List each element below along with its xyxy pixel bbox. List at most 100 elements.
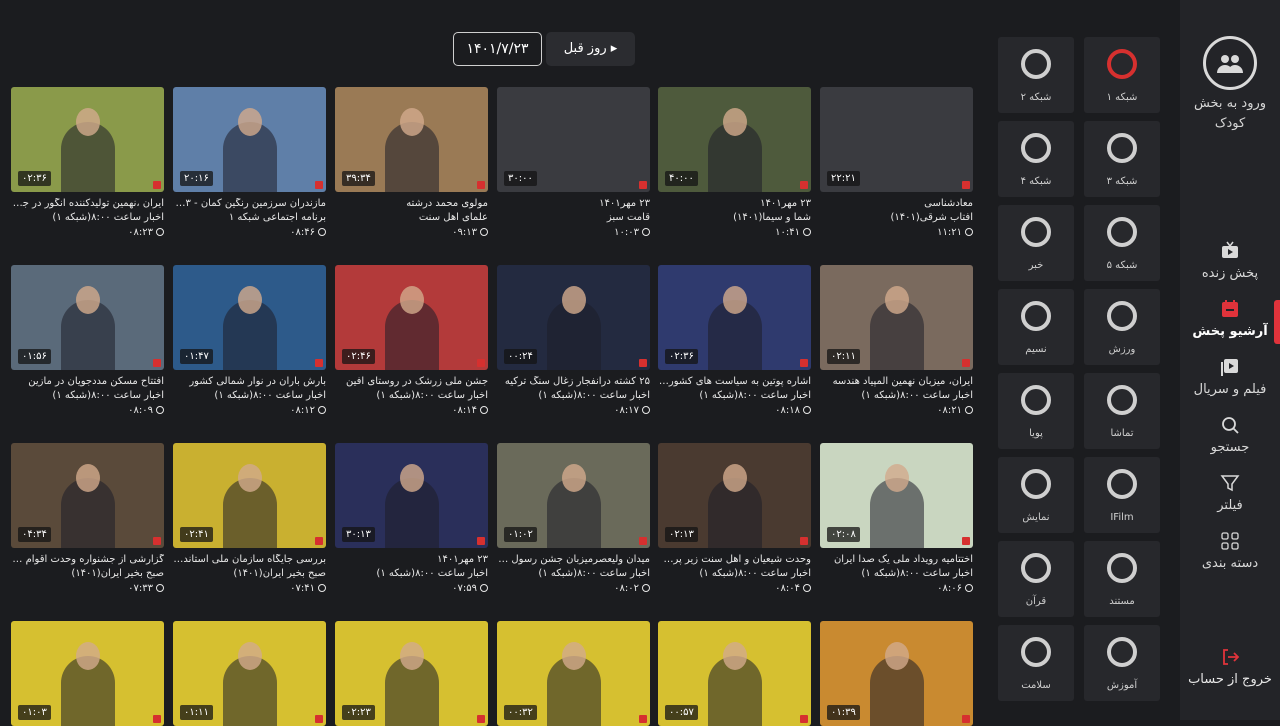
program-card[interactable]: ۰۰:۵۷ — [658, 621, 811, 726]
program-thumbnail[interactable]: ۰۲:۳۶ — [658, 265, 811, 370]
duration-badge: ۰۲:۰۸ — [827, 527, 860, 542]
duration-badge: ۰۱:۰۲ — [504, 527, 537, 542]
program-thumbnail[interactable]: ۳۰:۱۳ — [335, 443, 488, 548]
program-thumbnail[interactable]: ۰۱:۰۳ — [11, 621, 164, 726]
channel-tile[interactable]: سلامت — [998, 625, 1074, 701]
channel-logo-icon — [639, 359, 647, 367]
program-thumbnail[interactable]: ۰۱:۴۷ — [173, 265, 326, 370]
program-card[interactable]: ۰۲:۱۱ ایران، میزبان نهمین المپیاد هندسه اخ… — [820, 265, 973, 416]
date-display[interactable]: ۱۴۰۱/۷/۲۳ — [453, 32, 542, 66]
program-card[interactable]: ۰۱:۱۱ — [173, 621, 326, 726]
channel-logo-icon — [153, 715, 161, 723]
duration-badge: ۰۰:۲۴ — [504, 349, 537, 364]
clock-icon — [803, 228, 811, 236]
program-card[interactable]: ۰۰:۳۲ — [497, 621, 650, 726]
program-thumbnail[interactable]: ۰۲:۲۳ — [335, 621, 488, 726]
nav-archive[interactable]: آرشیو پخش — [1180, 298, 1280, 348]
program-card[interactable]: ۴۰:۰۰ ۲۳ مهر۱۴۰۱ شما و سیما(۱۴۰۱) ۱۰:۴۱ — [658, 87, 811, 238]
channel-tile[interactable]: پویا — [998, 373, 1074, 449]
kids-section-button[interactable]: ورود به بخش کودک — [1180, 36, 1280, 134]
program-card[interactable]: ۰۲:۴۱ بررسی جایگاه سازمان ملی استاندارد..… — [173, 443, 326, 594]
program-thumbnail[interactable]: ۰۲:۱۳ — [658, 443, 811, 548]
program-card[interactable]: ۳۰:۱۳ ۲۳ مهر۱۴۰۱ اخبار ساعت ۸:۰۰(شبکه ۱) ۰۷… — [335, 443, 488, 594]
ch-icon-amoozesh — [1107, 637, 1137, 667]
program-card[interactable]: ۳۰:۰۰ ۲۳ مهر۱۴۰۱ قامت سبز ۱۰:۰۳ — [497, 87, 650, 238]
channel-tile[interactable]: شبکه ۱ — [1084, 37, 1160, 113]
program-thumbnail[interactable]: ۰۱:۱۱ — [173, 621, 326, 726]
program-card[interactable]: ۰۴:۳۴ گزارشی از جشنواره وحدت اقوام ایرانی… — [11, 443, 164, 594]
thumbnail-head — [884, 286, 909, 314]
channel-tile[interactable]: شبکه ۲ — [998, 37, 1074, 113]
nav-search[interactable]: جستجو — [1180, 414, 1280, 464]
nav-films[interactable]: فیلم و سریال — [1180, 356, 1280, 406]
channel-logo-icon — [962, 715, 970, 723]
program-thumbnail[interactable]: ۰۱:۵۶ — [11, 265, 164, 370]
program-card[interactable]: ۰۲:۱۳ وحدت شیعیان و اهل سنت زیر پرچم... اخ… — [658, 443, 811, 594]
logout-label: خروج از حساب — [1188, 672, 1272, 687]
program-card[interactable]: ۲۲:۲۱ معادشناسی آفتاب شرقی(۱۴۰۱) ۱۱:۲۱ — [820, 87, 973, 238]
program-time: ۰۹:۱۳ — [335, 227, 488, 238]
program-card[interactable]: ۰۲:۳۶ ایران ،نهمین تولیدکننده انگور در جه… — [11, 87, 164, 238]
program-card[interactable]: ۲۰:۱۶ مازندران سرزمین رنگین کمان - ۲۳ م..… — [173, 87, 326, 238]
program-card[interactable]: ۰۱:۳۹ — [820, 621, 973, 726]
channel-tile[interactable]: IFilm — [1084, 457, 1160, 533]
program-thumbnail[interactable]: ۰۲:۰۸ — [820, 443, 973, 548]
program-title: اشاره پوتین به سیاست های کشورها... — [658, 376, 811, 387]
program-thumbnail[interactable]: ۰۱:۳۹ — [820, 621, 973, 726]
program-thumbnail[interactable]: ۲۲:۲۱ — [820, 87, 973, 192]
program-time-value: ۰۸:۲۳ — [128, 227, 153, 238]
program-thumbnail[interactable]: ۳۹:۳۴ — [335, 87, 488, 192]
program-card[interactable]: ۰۲:۴۶ جشن ملی زرشک در روستای افین اخبار سا… — [335, 265, 488, 416]
program-card[interactable]: ۰۱:۵۶ افتتاح مسکن مددجویان در مازین اخبار … — [11, 265, 164, 416]
program-thumbnail[interactable]: ۰۲:۳۶ — [11, 87, 164, 192]
channel-tile[interactable]: آموزش — [1084, 625, 1160, 701]
channel-tile[interactable]: شبکه ۳ — [1084, 121, 1160, 197]
channel-tile[interactable]: شبکه ۴ — [998, 121, 1074, 197]
channel-tile[interactable]: تماشا — [1084, 373, 1160, 449]
channel-tile[interactable]: نمایش — [998, 457, 1074, 533]
program-time-value: ۱۱:۲۱ — [937, 227, 962, 238]
program-title: افتتاح مسکن مددجویان در مازین — [28, 376, 164, 387]
program-thumbnail[interactable]: ۳۰:۰۰ — [497, 87, 650, 192]
logout-button[interactable]: خروج از حساب — [1180, 646, 1280, 687]
program-card[interactable]: ۰۱:۰۲ میدان ولیعصرمیزبان جشن رسول م... اخب… — [497, 443, 650, 594]
channel-tile[interactable]: قرآن — [998, 541, 1074, 617]
program-card[interactable]: ۰۰:۲۴ ۲۵ کشته درانفجار زغال سنگ ترکیه اخبا… — [497, 265, 650, 416]
channel-tile[interactable]: خبر — [998, 205, 1074, 281]
nav-categories[interactable]: دسته بندی — [1180, 530, 1280, 580]
ch-icon-nasim — [1021, 301, 1051, 331]
channel-tile[interactable]: مستند — [1084, 541, 1160, 617]
program-thumbnail[interactable]: ۰۱:۰۲ — [497, 443, 650, 548]
program-thumbnail[interactable]: ۴۰:۰۰ — [658, 87, 811, 192]
program-time-value: ۰۹:۱۳ — [452, 227, 477, 238]
program-thumbnail[interactable]: ۰۲:۴۶ — [335, 265, 488, 370]
channel-tile[interactable]: شبکه ۵ — [1084, 205, 1160, 281]
channel-name: تماشا — [1110, 428, 1134, 439]
program-card[interactable]: ۰۱:۰۳ — [11, 621, 164, 726]
program-card[interactable]: ۰۲:۰۸ اختتامیه رویداد ملی یک صدا ایران اخب… — [820, 443, 973, 594]
program-thumbnail[interactable]: ۰۰:۲۴ — [497, 265, 650, 370]
prev-day-button[interactable]: روز قبل ▸ — [546, 32, 635, 66]
program-thumbnail[interactable]: ۰۰:۵۷ — [658, 621, 811, 726]
channel-tile[interactable]: ورزش — [1084, 289, 1160, 365]
live-tv-icon — [1222, 241, 1238, 258]
program-thumbnail[interactable]: ۰۴:۳۴ — [11, 443, 164, 548]
thumbnail-head — [722, 108, 747, 136]
nav-filter[interactable]: فیلتر — [1180, 472, 1280, 522]
program-title: ۲۳ مهر۱۴۰۱ — [437, 554, 488, 565]
program-thumbnail[interactable]: ۲۰:۱۶ — [173, 87, 326, 192]
channel-logo-icon — [962, 537, 970, 545]
program-thumbnail[interactable]: ۰۲:۴۱ — [173, 443, 326, 548]
program-card[interactable]: ۰۱:۴۷ بارش باران در نوار شمالی کشور اخبار … — [173, 265, 326, 416]
program-thumbnail[interactable]: ۰۰:۳۲ — [497, 621, 650, 726]
program-subtitle: شما و سیما(۱۴۰۱) — [733, 212, 811, 223]
nav-live[interactable]: پخش زنده — [1180, 240, 1280, 290]
program-card[interactable]: ۰۲:۲۳ — [335, 621, 488, 726]
program-subtitle: اخبار ساعت ۸:۰۰(شبکه ۱) — [861, 568, 973, 579]
program-card[interactable]: ۳۹:۳۴ مولوی محمد درشته علمای اهل سنت ۰۹:۱۳ — [335, 87, 488, 238]
channel-tile[interactable]: نسیم — [998, 289, 1074, 365]
program-card[interactable]: ۰۲:۳۶ اشاره پوتین به سیاست های کشورها... ا… — [658, 265, 811, 416]
channel-logo-icon — [800, 537, 808, 545]
channel-name: آموزش — [1106, 680, 1138, 691]
program-thumbnail[interactable]: ۰۲:۱۱ — [820, 265, 973, 370]
